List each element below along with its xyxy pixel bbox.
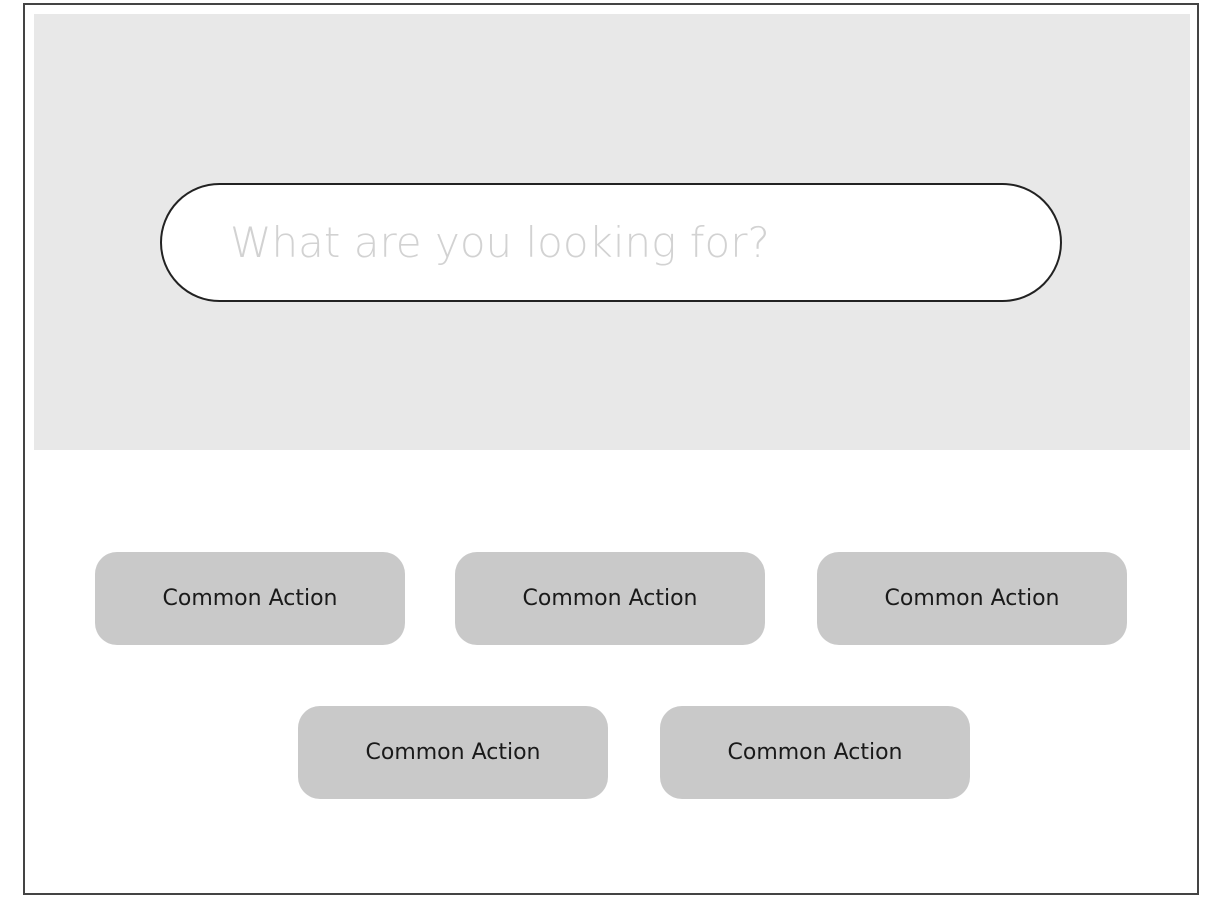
common-action-button-4[interactable]: Common Action — [298, 706, 608, 799]
search-input[interactable] — [230, 185, 1010, 300]
common-action-button-5[interactable]: Common Action — [660, 706, 970, 799]
search-bar[interactable] — [160, 183, 1062, 302]
common-action-button-2[interactable]: Common Action — [455, 552, 765, 645]
common-action-button-3[interactable]: Common Action — [817, 552, 1127, 645]
common-action-button-1[interactable]: Common Action — [95, 552, 405, 645]
